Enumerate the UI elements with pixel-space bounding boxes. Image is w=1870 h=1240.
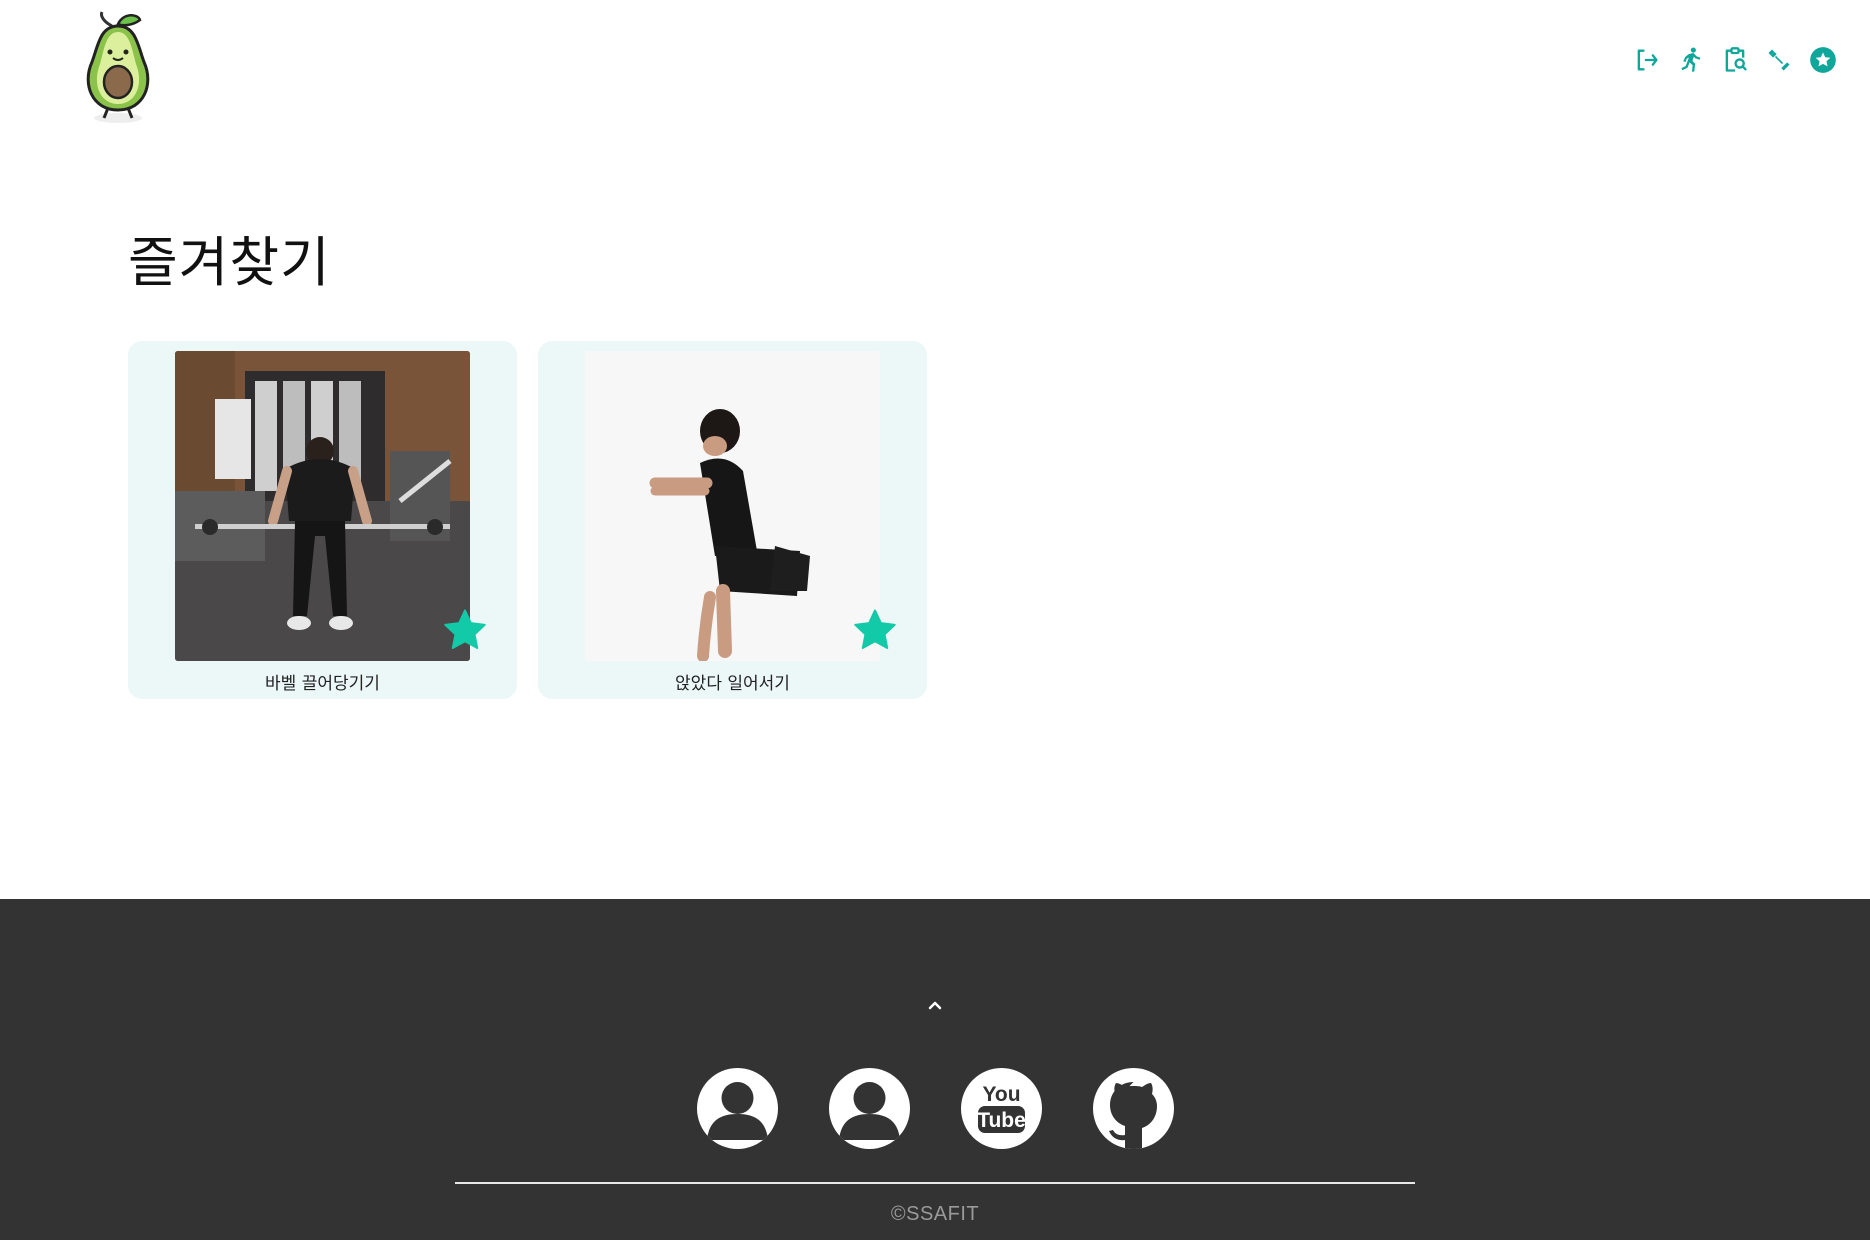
footer: You Tube ©SSAFIT <box>0 899 1870 1240</box>
video-card[interactable]: 바벨 끌어당기기 <box>128 341 517 699</box>
favorite-star-icon[interactable] <box>442 607 488 653</box>
youtube-icon[interactable]: You Tube <box>961 1068 1042 1149</box>
video-card[interactable]: 앉았다 일어서기 <box>538 341 927 699</box>
video-thumbnail[interactable] <box>175 351 470 661</box>
avocado-logo[interactable] <box>78 10 158 125</box>
favorites-list: 바벨 끌어당기기 앉았다 일어서기 <box>128 341 927 699</box>
header-nav <box>1632 42 1838 78</box>
clipboard-search-icon[interactable] <box>1720 42 1750 78</box>
star-circle-icon[interactable] <box>1808 42 1838 78</box>
profile-avatar-1-icon[interactable] <box>697 1068 778 1149</box>
page-title: 즐겨찾기 <box>128 231 331 294</box>
favorite-star-icon[interactable] <box>852 607 898 653</box>
header <box>0 0 1870 130</box>
video-title: 앉았다 일어서기 <box>675 674 790 694</box>
logout-icon[interactable] <box>1632 42 1662 78</box>
youtube-text-top: You <box>982 1083 1020 1106</box>
social-links: You Tube <box>697 1068 1174 1149</box>
youtube-text-bottom: Tube <box>977 1109 1026 1132</box>
dumbbell-icon[interactable] <box>1764 42 1794 78</box>
video-thumbnail[interactable] <box>585 351 880 661</box>
copyright-text: ©SSAFIT <box>890 1203 980 1225</box>
running-icon[interactable] <box>1676 42 1706 78</box>
footer-divider <box>455 1182 1415 1184</box>
video-title: 바벨 끌어당기기 <box>265 674 380 694</box>
github-icon[interactable] <box>1093 1068 1174 1149</box>
profile-avatar-2-icon[interactable] <box>829 1068 910 1149</box>
chevron-up-icon[interactable] <box>926 997 944 1011</box>
